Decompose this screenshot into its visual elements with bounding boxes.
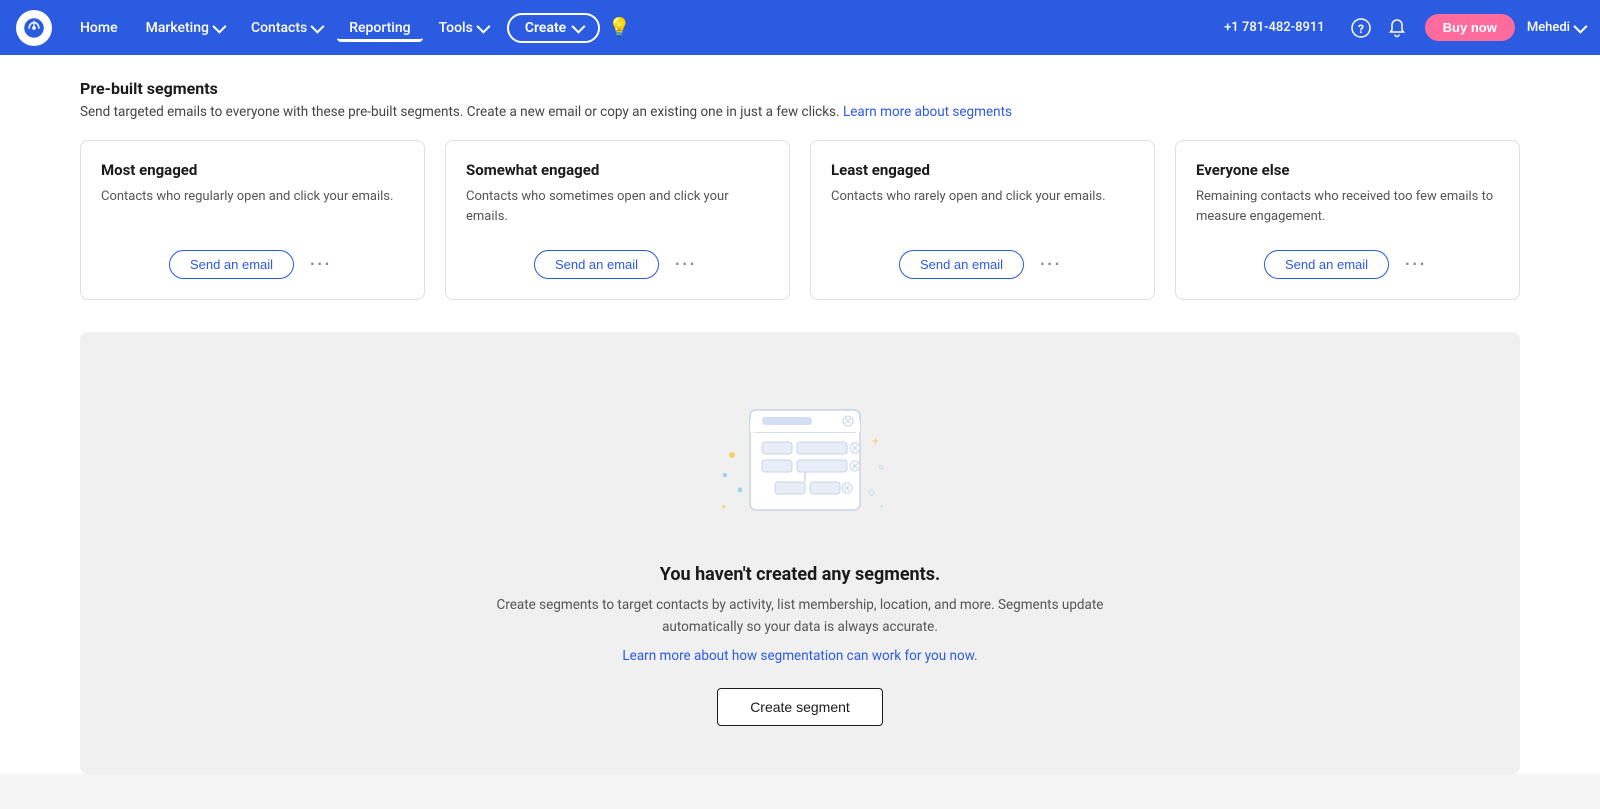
nav-home[interactable]: Home xyxy=(68,14,130,42)
everyone-else-title: Everyone else xyxy=(1196,161,1499,179)
main-content: Pre-built segments Send targeted emails … xyxy=(0,55,1600,774)
svg-text:✦: ✦ xyxy=(720,503,728,513)
contacts-chevron-icon xyxy=(311,19,325,33)
create-chevron-icon xyxy=(572,19,586,33)
everyone-else-desc: Remaining contacts who received too few … xyxy=(1196,187,1499,234)
svg-text:○: ○ xyxy=(878,462,884,473)
learn-more-segments-link[interactable]: Learn more about segments xyxy=(843,104,1012,120)
app-logo[interactable] xyxy=(16,10,52,46)
least-engaged-title: Least engaged xyxy=(831,161,1134,179)
least-engaged-desc: Contacts who rarely open and click your … xyxy=(831,187,1134,234)
svg-text:?: ? xyxy=(1358,22,1364,36)
everyone-else-send-email-button[interactable]: Send an email xyxy=(1264,250,1389,279)
marketing-chevron-icon xyxy=(212,19,226,33)
somewhat-engaged-send-email-button[interactable]: Send an email xyxy=(534,250,659,279)
most-engaged-send-email-button[interactable]: Send an email xyxy=(169,250,294,279)
somewhat-engaged-desc: Contacts who sometimes open and click yo… xyxy=(466,187,769,234)
nav-marketing[interactable]: Marketing xyxy=(134,14,235,42)
segments-illustration: + ○ ◇ ✦ • xyxy=(700,380,900,540)
navbar: Home Marketing Contacts Reporting Tools … xyxy=(0,0,1600,55)
create-button[interactable]: Create xyxy=(507,13,600,43)
least-engaged-more-button[interactable]: ··· xyxy=(1036,256,1066,274)
everyone-else-card: Everyone else Remaining contacts who rec… xyxy=(1175,140,1520,300)
tools-chevron-icon xyxy=(476,19,490,33)
somewhat-engaged-actions: Send an email ··· xyxy=(466,250,769,279)
most-engaged-title: Most engaged xyxy=(101,161,404,179)
buy-now-button[interactable]: Buy now xyxy=(1425,14,1515,41)
help-icon[interactable]: ? xyxy=(1345,12,1377,44)
svg-text:◇: ◇ xyxy=(868,488,875,498)
most-engaged-more-button[interactable]: ··· xyxy=(306,256,336,274)
empty-state-section: + ○ ◇ ✦ • You haven't created any segmen… xyxy=(80,332,1520,774)
svg-text:•: • xyxy=(880,503,883,513)
empty-state-description: Create segments to target contacts by ac… xyxy=(460,595,1140,638)
least-engaged-send-email-button[interactable]: Send an email xyxy=(899,250,1024,279)
nav-contacts[interactable]: Contacts xyxy=(239,14,333,42)
notifications-icon[interactable] xyxy=(1381,12,1413,44)
nav-tools[interactable]: Tools xyxy=(427,14,499,42)
prebuilt-title: Pre-built segments xyxy=(80,79,1520,98)
somewhat-engaged-card: Somewhat engaged Contacts who sometimes … xyxy=(445,140,790,300)
user-chevron-icon xyxy=(1573,19,1587,33)
create-segment-button[interactable]: Create segment xyxy=(717,688,883,726)
empty-state-title: You haven't created any segments. xyxy=(660,564,940,585)
segment-cards-container: Most engaged Contacts who regularly open… xyxy=(80,140,1520,300)
lightbulb-icon[interactable]: 💡 xyxy=(608,17,630,38)
least-engaged-card: Least engaged Contacts who rarely open a… xyxy=(810,140,1155,300)
user-menu[interactable]: Mehedi xyxy=(1527,20,1584,35)
most-engaged-desc: Contacts who regularly open and click yo… xyxy=(101,187,404,234)
prebuilt-description: Send targeted emails to everyone with th… xyxy=(80,104,1520,120)
svg-text:+: + xyxy=(872,434,879,448)
segmentation-learn-more-link[interactable]: Learn more about how segmentation can wo… xyxy=(622,648,977,664)
phone-number: +1 781-482-8911 xyxy=(1224,20,1325,35)
somewhat-engaged-title: Somewhat engaged xyxy=(466,161,769,179)
most-engaged-actions: Send an email ··· xyxy=(101,250,404,279)
everyone-else-more-button[interactable]: ··· xyxy=(1401,256,1431,274)
everyone-else-actions: Send an email ··· xyxy=(1196,250,1499,279)
somewhat-engaged-more-button[interactable]: ··· xyxy=(671,256,701,274)
most-engaged-card: Most engaged Contacts who regularly open… xyxy=(80,140,425,300)
least-engaged-actions: Send an email ··· xyxy=(831,250,1134,279)
nav-reporting[interactable]: Reporting xyxy=(337,14,422,42)
